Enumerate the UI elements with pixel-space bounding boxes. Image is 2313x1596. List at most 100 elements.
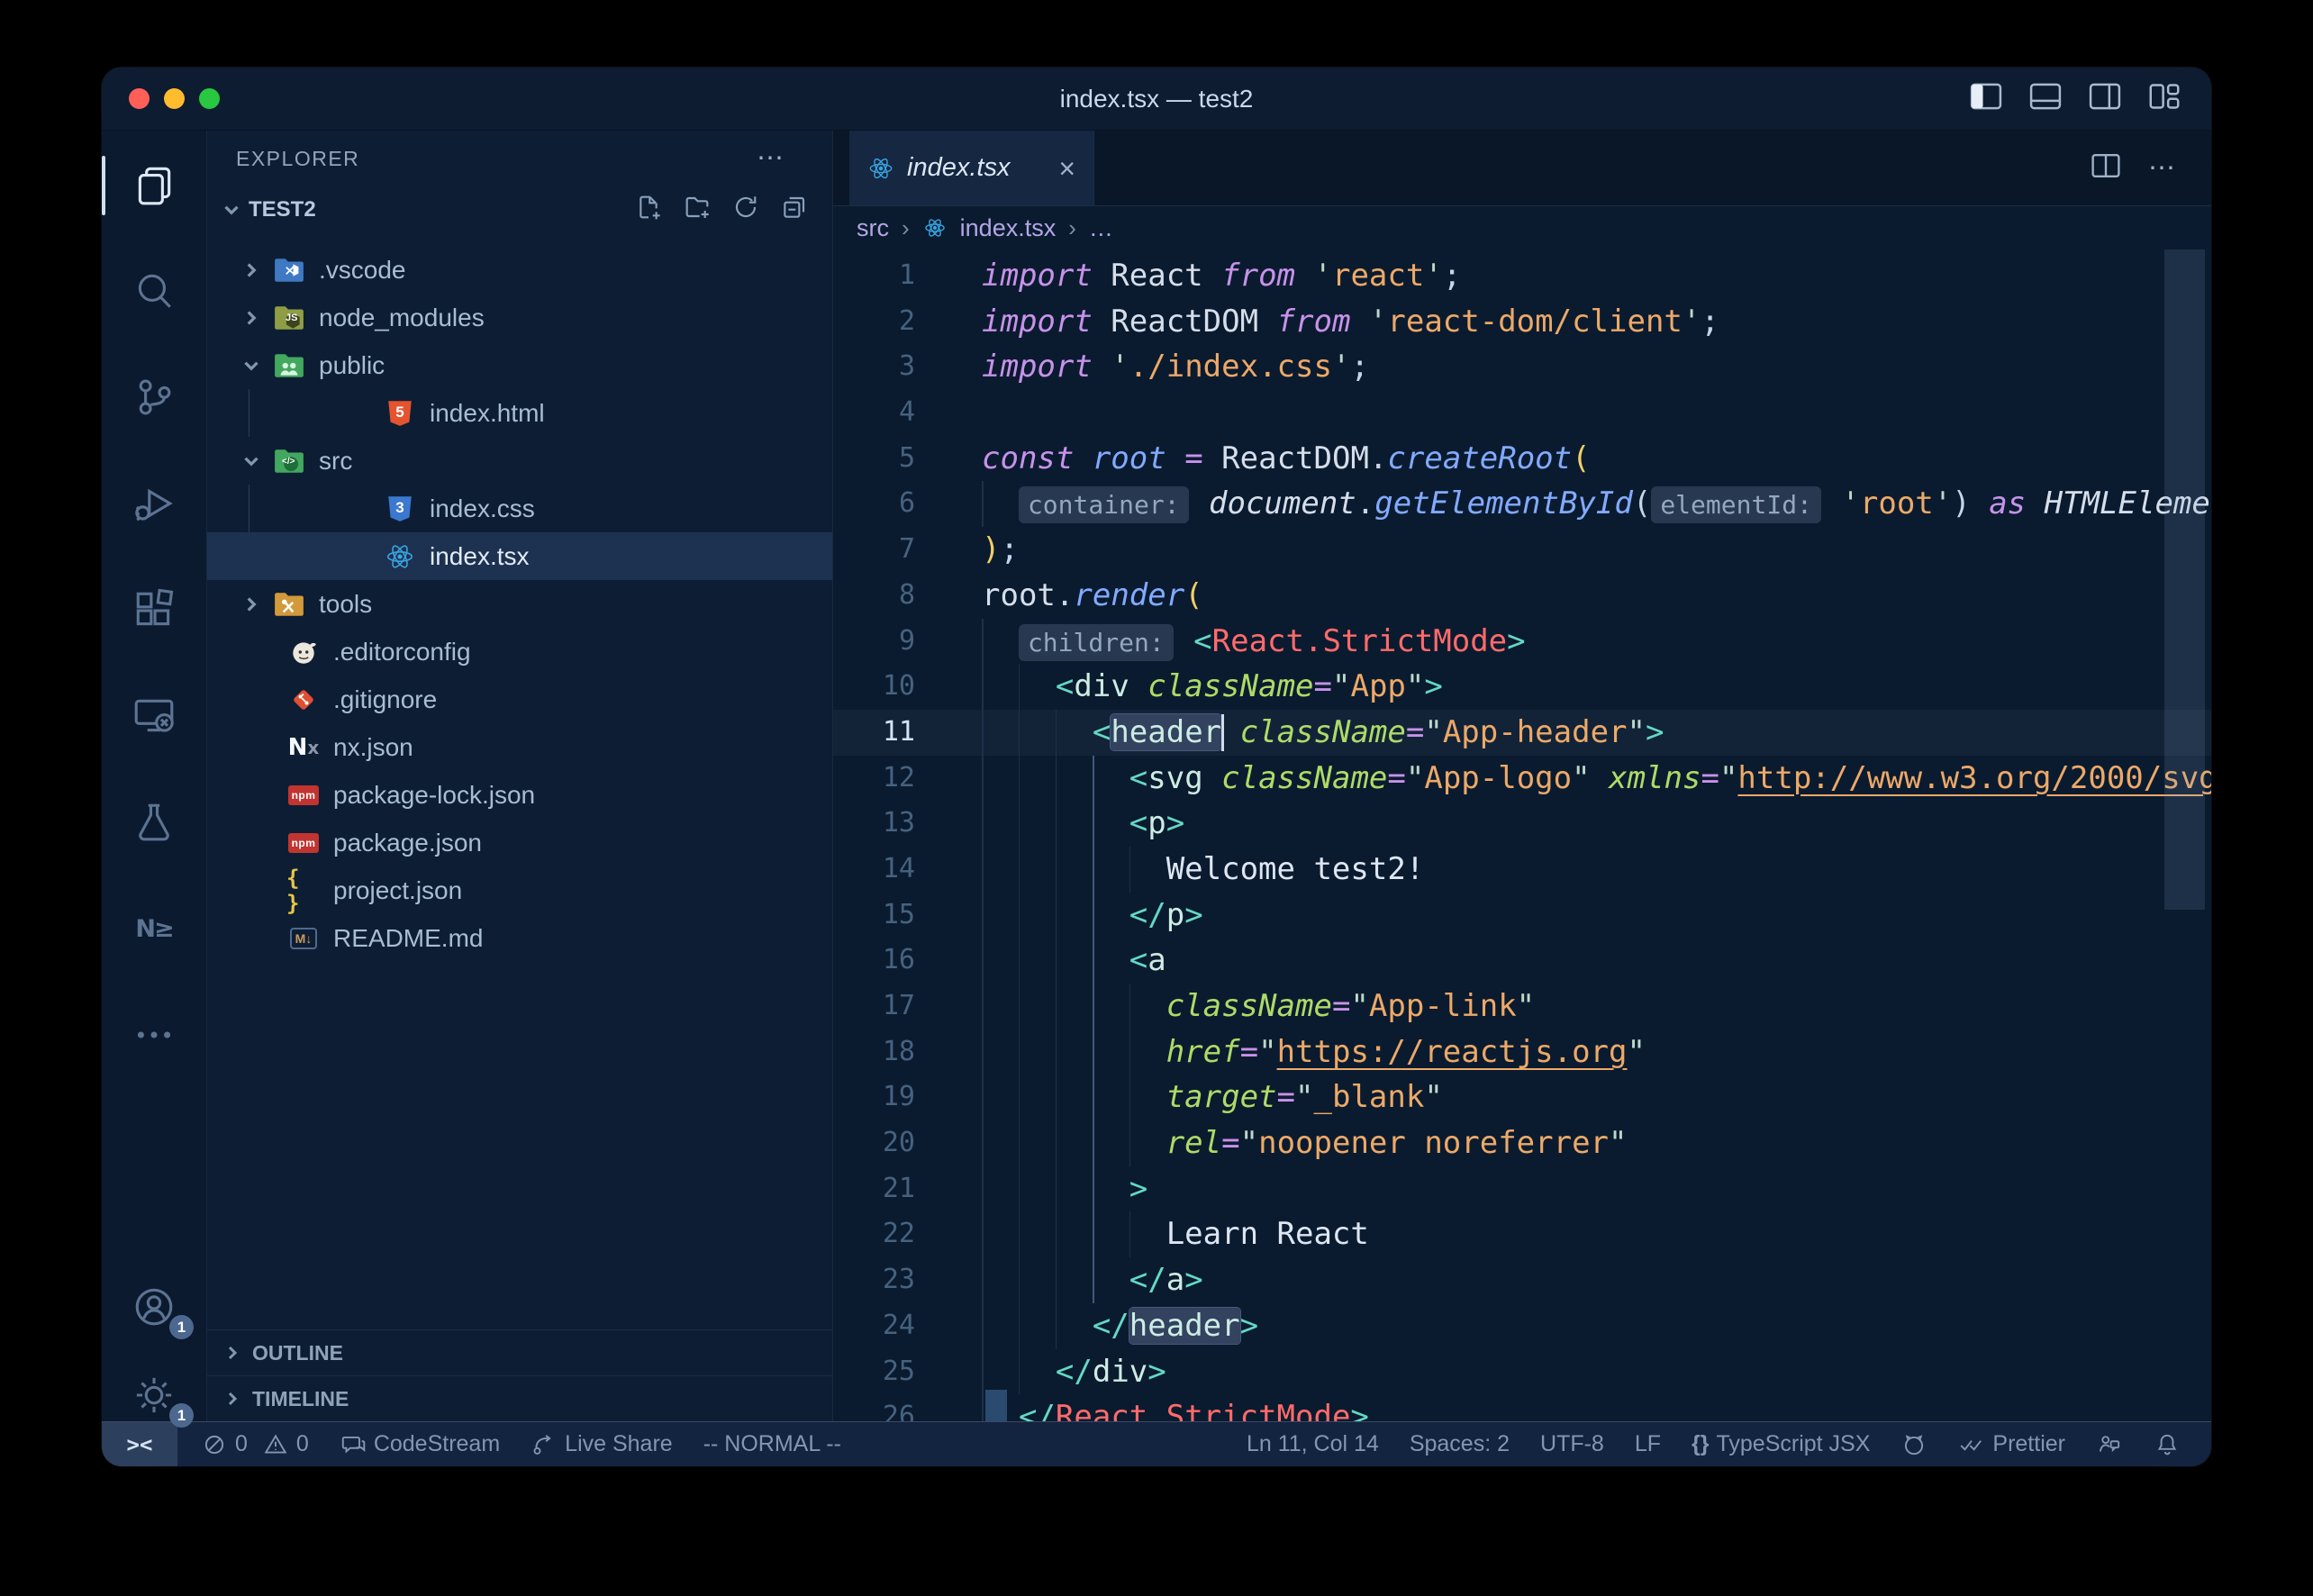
editor-scrollbar[interactable] [2164, 249, 2205, 910]
line-number[interactable]: 12 [833, 756, 915, 802]
line-number[interactable]: 6 [833, 481, 915, 527]
split-editor-icon[interactable] [2091, 151, 2121, 185]
code-line[interactable]: 12 <svg className="App-logo" xmlns="http… [833, 756, 2211, 802]
line-number[interactable]: 25 [833, 1349, 915, 1395]
new-folder-icon[interactable] [683, 193, 712, 228]
editor-more-actions-icon[interactable]: ⋯ [2148, 152, 2177, 184]
breadcrumb-item-symbol[interactable]: … [1089, 214, 1113, 242]
settings-gear-icon[interactable]: 1 [102, 1352, 206, 1438]
line-number[interactable]: 14 [833, 847, 915, 893]
code-line[interactable]: 15 </p> [833, 893, 2211, 939]
cursor-position[interactable]: Ln 11, Col 14 [1247, 1431, 1379, 1457]
search-icon[interactable] [102, 248, 206, 334]
timeline-section-header[interactable]: TIMELINE [207, 1375, 832, 1421]
line-number[interactable]: 1 [833, 253, 915, 299]
code-line[interactable]: 11 <header className="App-header"> [833, 710, 2211, 756]
code-line[interactable]: 17 className="App-link" [833, 984, 2211, 1029]
code-line[interactable]: 8root.render( [833, 573, 2211, 619]
codestream-status[interactable]: CodeStream [340, 1431, 500, 1458]
refresh-icon[interactable] [731, 193, 760, 228]
code-line[interactable]: 25 </div> [833, 1349, 2211, 1395]
code-editor[interactable]: 1import React from 'react';2import React… [833, 249, 2211, 1421]
line-number[interactable]: 19 [833, 1075, 915, 1120]
code-line[interactable]: 26 </React.StrictMode> [833, 1394, 2211, 1421]
language-mode[interactable]: {} TypeScript JSX [1692, 1431, 1870, 1457]
toggle-primary-sidebar-icon[interactable] [1970, 82, 2002, 115]
line-number[interactable]: 9 [833, 619, 915, 665]
line-number[interactable]: 8 [833, 573, 915, 619]
line-number[interactable]: 15 [833, 893, 915, 939]
tab-index-tsx[interactable]: index.tsx × [849, 131, 1094, 205]
code-line[interactable]: 23 </a> [833, 1257, 2211, 1303]
line-number[interactable]: 17 [833, 984, 915, 1029]
testing-flask-icon[interactable] [102, 779, 206, 866]
encoding-setting[interactable]: UTF-8 [1540, 1431, 1604, 1457]
tree-item-tools[interactable]: tools [207, 580, 832, 628]
tree-item-editorconfig[interactable]: .editorconfig [207, 628, 832, 676]
tree-item-nx-json[interactable]: Nx nx.json [207, 723, 832, 771]
line-number[interactable]: 20 [833, 1120, 915, 1166]
code-line[interactable]: 24 </header> [833, 1303, 2211, 1349]
project-section-header[interactable]: TEST2 [207, 186, 832, 233]
code-line[interactable]: 18 href="https://reactjs.org" [833, 1029, 2211, 1075]
code-line[interactable]: 6 container: document.getElementById(ele… [833, 481, 2211, 527]
tree-item-node-modules[interactable]: JS node_modules [207, 294, 832, 341]
live-share-status[interactable]: Live Share [531, 1431, 673, 1458]
problems-status[interactable]: 0 0 [201, 1431, 309, 1458]
code-line[interactable]: 10 <div className="App"> [833, 664, 2211, 710]
new-file-icon[interactable] [634, 193, 663, 228]
code-line[interactable]: 22 Learn React [833, 1211, 2211, 1257]
more-views-icon[interactable] [102, 992, 206, 1078]
tree-item-package-json[interactable]: npm package.json [207, 819, 832, 866]
tree-item-gitignore[interactable]: .gitignore [207, 676, 832, 723]
line-number[interactable]: 24 [833, 1303, 915, 1349]
code-line[interactable]: 19 target="_blank" [833, 1075, 2211, 1120]
github-status[interactable] [1900, 1431, 1928, 1458]
toggle-panel-icon[interactable] [2029, 82, 2062, 115]
line-number[interactable]: 7 [833, 527, 915, 573]
code-line[interactable]: 1import React from 'react'; [833, 253, 2211, 299]
extensions-icon[interactable] [102, 567, 206, 653]
customize-layout-icon[interactable] [2148, 82, 2181, 115]
tree-item-public[interactable]: public [207, 341, 832, 389]
tree-item-src[interactable]: </> src [207, 437, 832, 485]
tree-item-index-html[interactable]: 5 index.html [207, 389, 832, 437]
code-line[interactable]: 16 <a [833, 938, 2211, 984]
tree-item-package-lock[interactable]: npm package-lock.json [207, 771, 832, 819]
title-bar[interactable]: index.tsx — test2 [102, 68, 2211, 131]
tree-item-index-tsx[interactable]: index.tsx [207, 532, 832, 580]
line-number[interactable]: 3 [833, 344, 915, 390]
line-number[interactable]: 16 [833, 938, 915, 984]
line-number[interactable]: 23 [833, 1257, 915, 1303]
code-line[interactable]: 7); [833, 527, 2211, 573]
feedback-status[interactable] [2096, 1431, 2123, 1458]
vim-mode-indicator[interactable]: -- NORMAL -- [703, 1431, 841, 1457]
tree-item-vscode[interactable]: .vscode [207, 246, 832, 294]
notifications-status[interactable] [2154, 1431, 2181, 1458]
line-number[interactable]: 22 [833, 1211, 915, 1257]
line-number[interactable]: 21 [833, 1166, 915, 1212]
breadcrumb-item-file[interactable]: index.tsx [960, 214, 1057, 242]
line-number[interactable]: 13 [833, 801, 915, 847]
code-line[interactable]: 14 Welcome test2! [833, 847, 2211, 893]
nx-console-icon[interactable]: N≥ [102, 885, 206, 972]
eol-setting[interactable]: LF [1635, 1431, 1661, 1457]
code-line[interactable]: 4 [833, 390, 2211, 436]
tree-item-index-css[interactable]: 3 index.css [207, 485, 832, 532]
explorer-view-icon[interactable] [102, 141, 206, 228]
tree-item-project-json[interactable]: { } project.json [207, 866, 832, 914]
line-number[interactable]: 26 [833, 1394, 915, 1421]
line-number[interactable]: 2 [833, 299, 915, 345]
line-number[interactable]: 4 [833, 390, 915, 436]
line-number[interactable]: 11 [833, 710, 915, 756]
code-line[interactable]: 20 rel="noopener noreferrer" [833, 1120, 2211, 1166]
line-number[interactable]: 10 [833, 664, 915, 710]
remote-explorer-icon[interactable] [102, 673, 206, 759]
collapse-folders-icon[interactable] [780, 193, 809, 228]
code-line[interactable]: 2import ReactDOM from 'react-dom/client'… [833, 299, 2211, 345]
accounts-icon[interactable]: 1 [102, 1264, 206, 1350]
toggle-secondary-sidebar-icon[interactable] [2089, 82, 2121, 115]
source-control-icon[interactable] [102, 354, 206, 440]
line-number[interactable]: 18 [833, 1029, 915, 1075]
indentation-setting[interactable]: Spaces: 2 [1410, 1431, 1510, 1457]
